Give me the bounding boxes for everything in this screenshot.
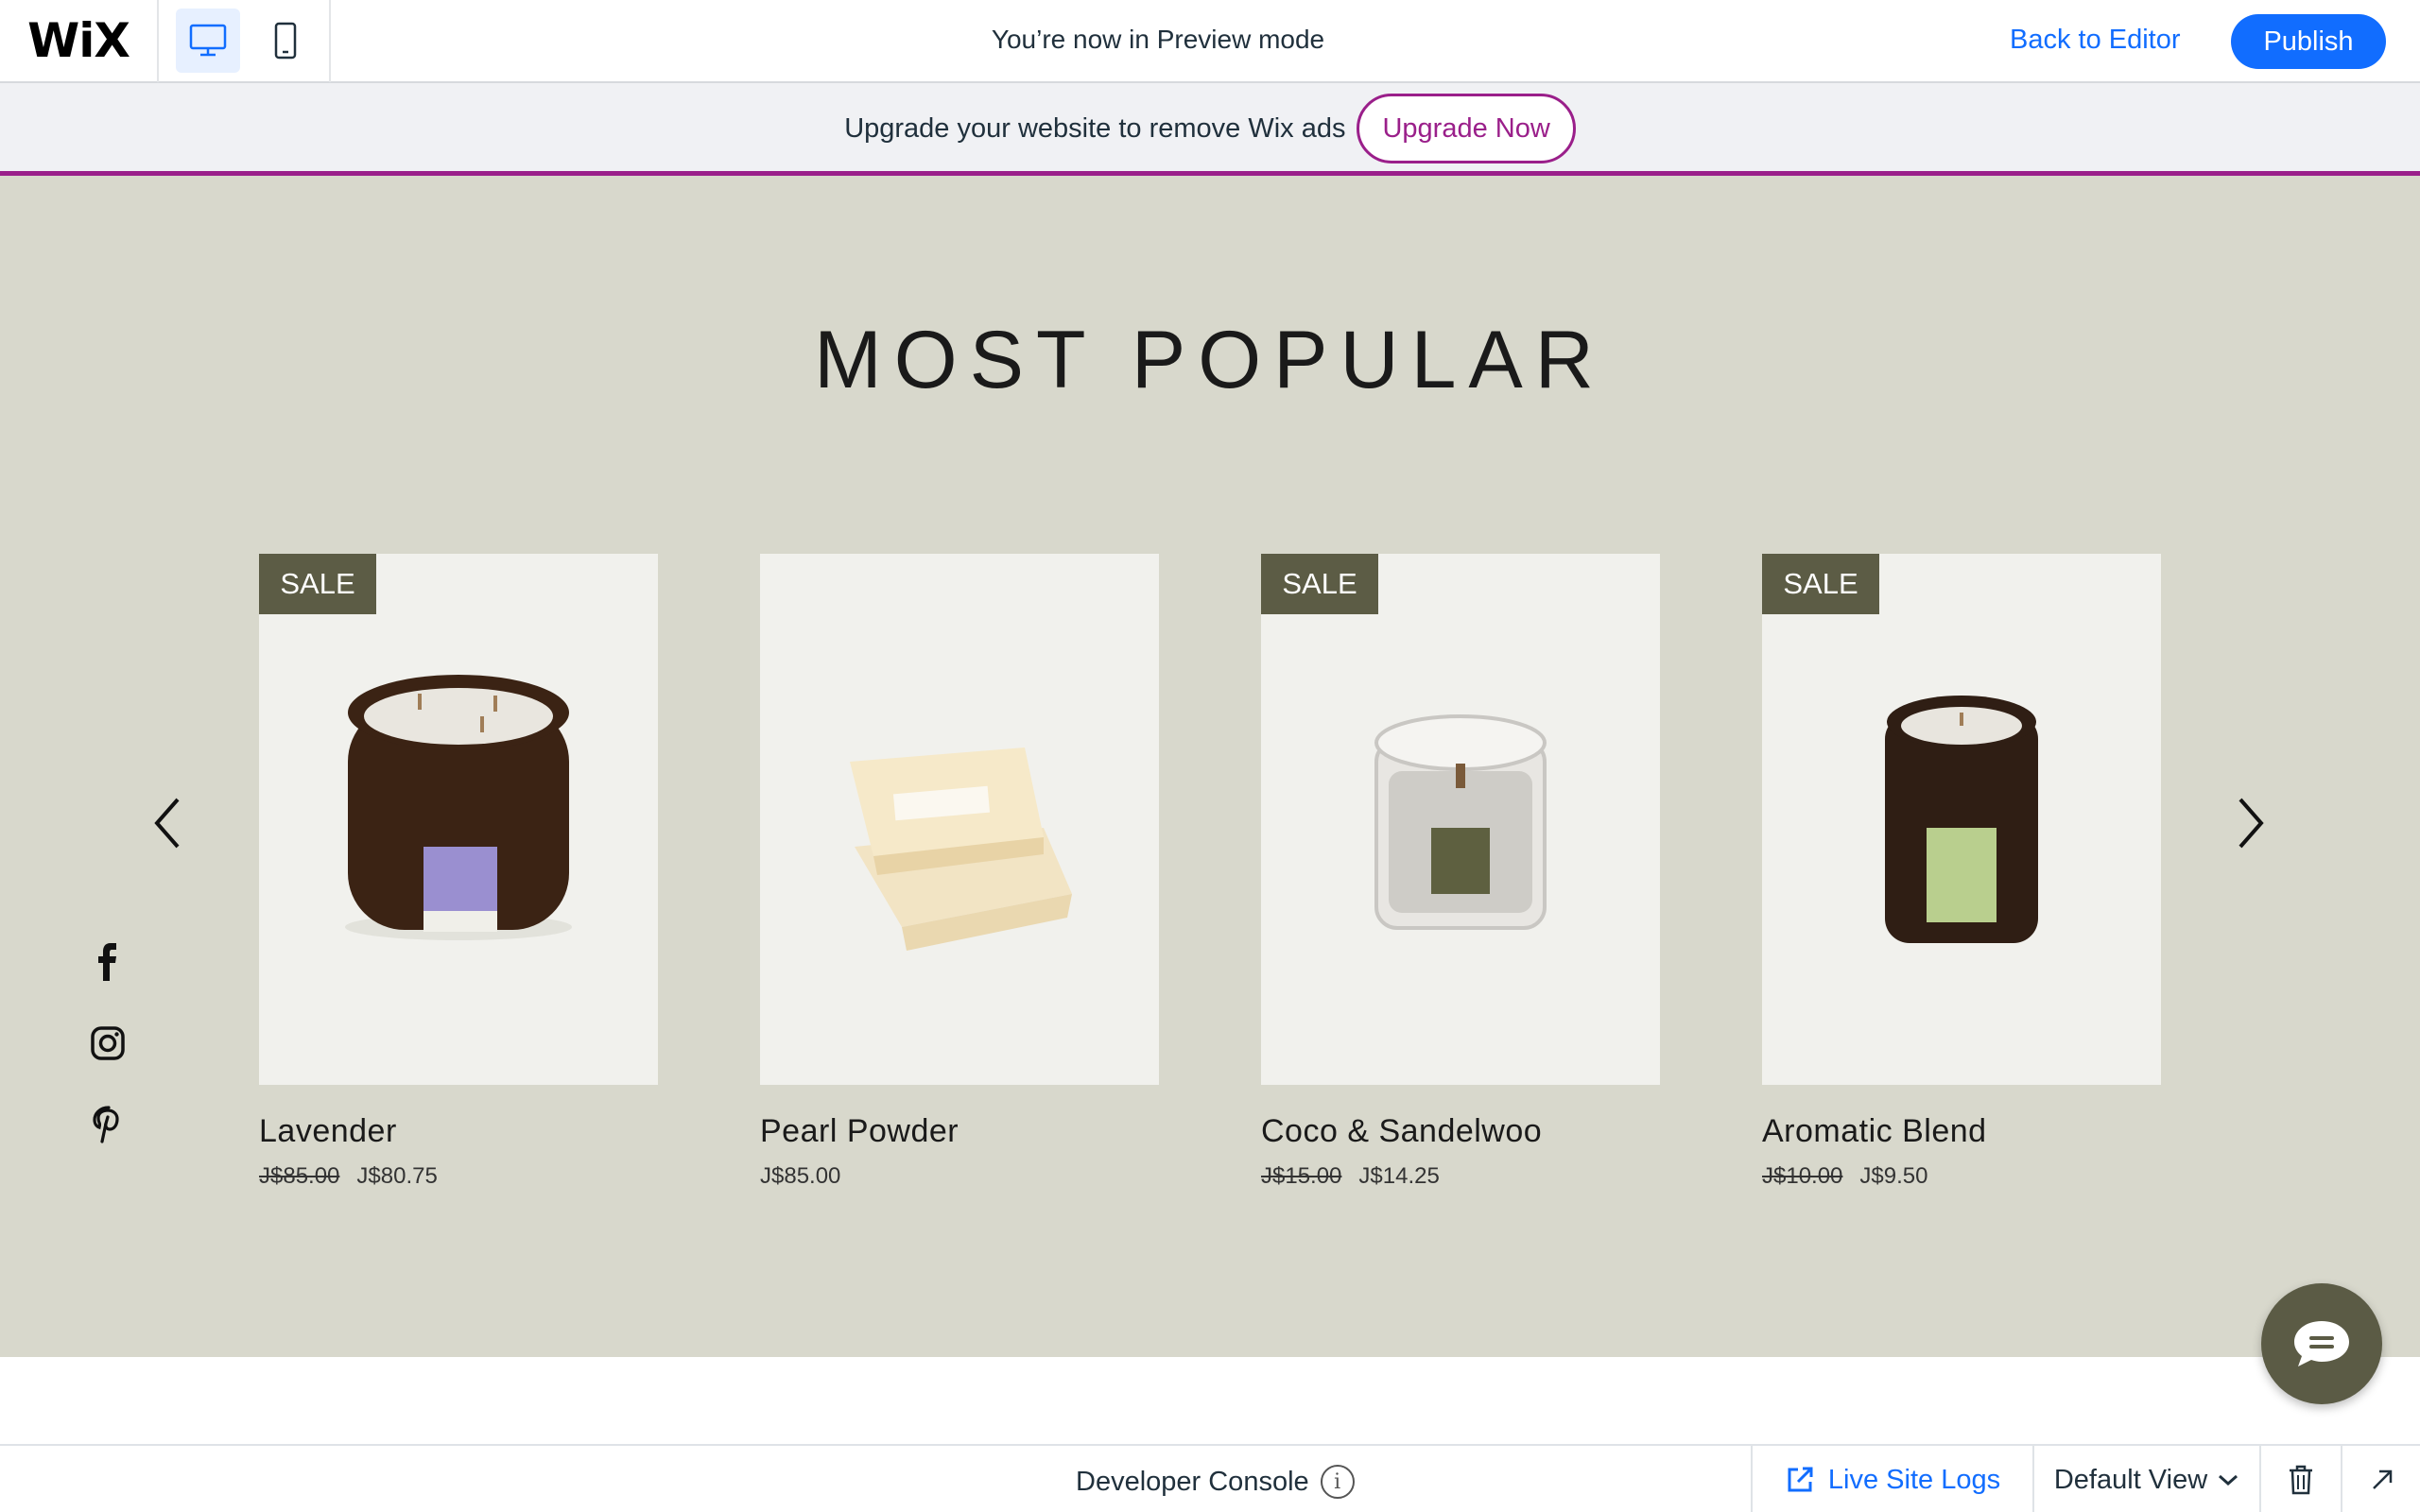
- info-icon[interactable]: i: [1320, 1465, 1355, 1499]
- pinterest-icon: [93, 1106, 119, 1143]
- facebook-icon: [98, 943, 116, 981]
- external-link-icon: [1788, 1467, 1813, 1492]
- product-image[interactable]: SALE: [259, 554, 658, 1085]
- chat-button[interactable]: [2261, 1283, 2382, 1404]
- developer-console-bar: Developer Console i Live Site Logs Defau…: [0, 1444, 2420, 1512]
- developer-console-label: Developer Console: [1076, 1466, 1309, 1497]
- pinterest-link[interactable]: [85, 1102, 130, 1147]
- trash-icon: [2290, 1465, 2312, 1495]
- expand-arrow-icon: [2373, 1469, 2393, 1489]
- publish-button[interactable]: Publish: [2231, 14, 2386, 69]
- instagram-icon: [91, 1026, 125, 1060]
- default-view-label: Default View: [2053, 1464, 2208, 1495]
- console-actions: Live Site Logs Default View: [1751, 1446, 2420, 1512]
- facebook-link[interactable]: [85, 939, 130, 985]
- product-price: J$85.00 J$80.75: [259, 1163, 658, 1190]
- sale-price: J$9.50: [1859, 1163, 1928, 1189]
- product-image[interactable]: SALE: [1261, 554, 1660, 1085]
- chevron-down-icon: [2219, 1474, 2238, 1486]
- sale-price: J$14.25: [1358, 1163, 1440, 1189]
- developer-console-toggle[interactable]: Developer Console i: [1076, 1465, 1355, 1499]
- live-site-logs-button[interactable]: Live Site Logs: [1751, 1446, 2032, 1512]
- sale-price: J$80.75: [356, 1163, 438, 1189]
- preview-topbar: WiX You’re now in Preview mode Back to E…: [0, 0, 2420, 83]
- product-name[interactable]: Coco & Sandelwoo: [1261, 1113, 1660, 1150]
- preview-mode-text: You’re now in Preview mode: [991, 25, 1325, 54]
- back-to-editor-link[interactable]: Back to Editor: [2010, 25, 2181, 56]
- sale-badge: SALE: [259, 554, 376, 614]
- section-title: MOST POPULAR: [814, 315, 1606, 405]
- instagram-link[interactable]: [85, 1021, 130, 1066]
- product-name[interactable]: Lavender: [259, 1113, 658, 1150]
- product-name[interactable]: Aromatic Blend: [1762, 1113, 2161, 1150]
- product-price: J$85.00: [760, 1163, 1159, 1190]
- chevron-right-icon[interactable]: [2220, 781, 2276, 866]
- ads-message: Upgrade your website to remove Wix ads: [844, 112, 1346, 144]
- product-image[interactable]: [760, 554, 1159, 1085]
- expand-console-button[interactable]: [2341, 1446, 2420, 1512]
- product-image[interactable]: SALE: [1762, 554, 2161, 1085]
- clear-console-button[interactable]: [2259, 1446, 2341, 1512]
- live-site-logs-label: Live Site Logs: [1827, 1464, 2001, 1495]
- sale-badge: SALE: [1762, 554, 1879, 614]
- product-card[interactable]: SALE Lavender J$85.00 J$80.75: [259, 554, 658, 1190]
- product-price: J$10.00 J$9.50: [1762, 1163, 2161, 1190]
- product-price: J$15.00 J$14.25: [1261, 1163, 1660, 1190]
- original-price: J$10.00: [1762, 1163, 1843, 1189]
- chat-icon: [2294, 1321, 2349, 1366]
- wix-ads-bar: Upgrade your website to remove Wix ads U…: [0, 83, 2420, 174]
- original-price: J$85.00: [259, 1163, 340, 1189]
- product-card[interactable]: SALE Aromatic Blend J$10.00 J$9.50: [1762, 554, 2161, 1190]
- product-card[interactable]: SALE Coco & Sandelwoo J$15.00 J$14.25: [1261, 554, 1660, 1190]
- chevron-left-icon[interactable]: [142, 781, 199, 866]
- product-name[interactable]: Pearl Powder: [760, 1113, 1159, 1150]
- upgrade-now-button[interactable]: Upgrade Now: [1357, 94, 1576, 163]
- default-view-dropdown[interactable]: Default View: [2032, 1446, 2259, 1512]
- most-popular-section: MOST POPULAR SALE Lavender J$85.00 J$80.7…: [0, 176, 2420, 1357]
- product-price-value: J$85.00: [760, 1163, 841, 1189]
- product-card[interactable]: Pearl Powder J$85.00: [760, 554, 1159, 1190]
- original-price: J$15.00: [1261, 1163, 1342, 1189]
- sale-badge: SALE: [1261, 554, 1378, 614]
